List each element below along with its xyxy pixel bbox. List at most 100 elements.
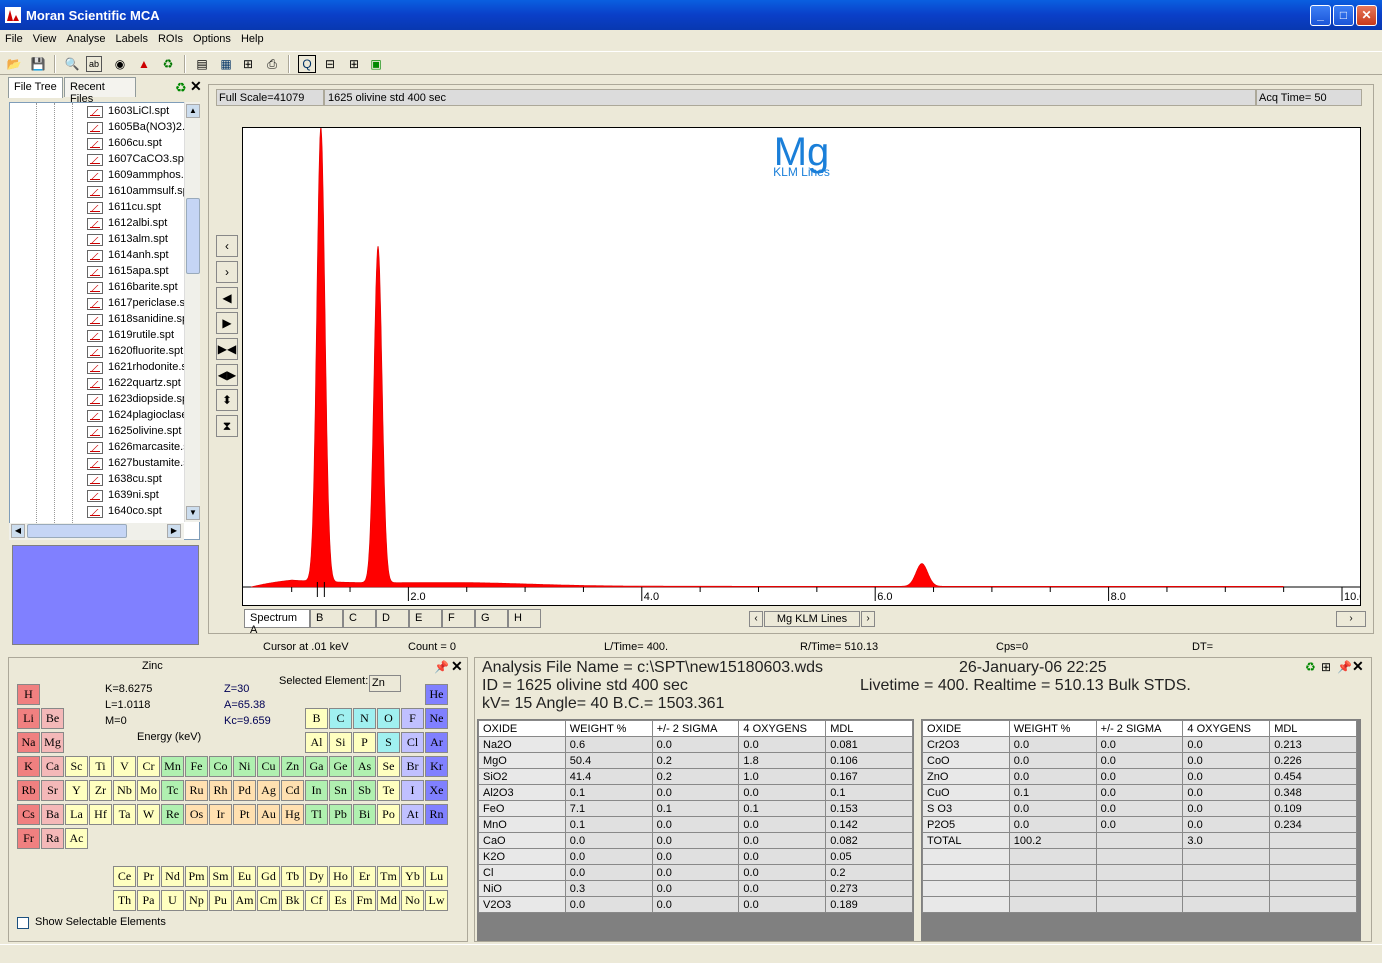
element-he[interactable]: He xyxy=(425,684,448,705)
element-bi[interactable]: Bi xyxy=(353,804,376,825)
element-sr[interactable]: Sr xyxy=(41,780,64,801)
file-item[interactable]: 1625olivine.spt xyxy=(10,424,185,440)
zoom-in-v-icon[interactable]: ⧗ xyxy=(216,415,238,437)
maximize-button[interactable]: □ xyxy=(1333,5,1354,26)
element-zr[interactable]: Zr xyxy=(89,780,112,801)
element-gd[interactable]: Gd xyxy=(257,866,280,888)
file-item[interactable]: 1618sanidine.sp xyxy=(10,312,185,328)
element-f[interactable]: F xyxy=(401,708,424,729)
element-rh[interactable]: Rh xyxy=(209,780,232,801)
menu-item-file[interactable]: File xyxy=(0,30,28,45)
file-item[interactable]: 1611cu.spt xyxy=(10,200,185,216)
element-ce[interactable]: Ce xyxy=(113,866,136,888)
grid-icon[interactable]: ⊞ xyxy=(238,54,258,74)
element-cu[interactable]: Cu xyxy=(257,756,280,777)
element-ra[interactable]: Ra xyxy=(41,828,64,849)
element-fr[interactable]: Fr xyxy=(17,828,40,849)
element-i[interactable]: I xyxy=(401,780,424,801)
element-ne[interactable]: Ne xyxy=(425,708,448,729)
element-er[interactable]: Er xyxy=(353,866,376,888)
file-item[interactable]: 1609ammphos.s xyxy=(10,168,185,184)
element-dy[interactable]: Dy xyxy=(305,866,328,888)
element-ag[interactable]: Ag xyxy=(257,780,280,801)
element-se[interactable]: Se xyxy=(377,756,400,777)
file-item[interactable]: 1624plagioclase xyxy=(10,408,185,424)
pin-analysis-icon[interactable]: 📌 xyxy=(1337,660,1352,674)
file-item[interactable]: 1622quartz.spt xyxy=(10,376,185,392)
file-item[interactable]: 1607CaCO3.spt xyxy=(10,152,185,168)
element-hg[interactable]: Hg xyxy=(281,804,304,825)
file-item[interactable]: 1639ni.spt xyxy=(10,488,185,504)
nav-left-icon[interactable]: ◀ xyxy=(216,287,238,309)
element-es[interactable]: Es xyxy=(329,890,352,912)
element-co[interactable]: Co xyxy=(209,756,232,777)
menu-item-options[interactable]: Options xyxy=(188,30,236,45)
element-tm[interactable]: Tm xyxy=(377,866,400,888)
file-item[interactable]: 1623diopside.sp xyxy=(10,392,185,408)
element-ho[interactable]: Ho xyxy=(329,866,352,888)
spectrum-tab-f[interactable]: F xyxy=(442,609,475,628)
file-item[interactable]: 1606cu.spt xyxy=(10,136,185,152)
element-lu[interactable]: Lu xyxy=(425,866,448,888)
element-c[interactable]: C xyxy=(329,708,352,729)
element-p[interactable]: P xyxy=(353,732,376,753)
element-nd[interactable]: Nd xyxy=(161,866,184,888)
element-br[interactable]: Br xyxy=(401,756,424,777)
menu-item-view[interactable]: View xyxy=(28,30,62,45)
element-s[interactable]: S xyxy=(377,732,400,753)
element-mn[interactable]: Mn xyxy=(161,756,184,777)
table-icon[interactable]: ▦ xyxy=(216,54,236,74)
element-mo[interactable]: Mo xyxy=(137,780,160,801)
menu-item-analyse[interactable]: Analyse xyxy=(61,30,110,45)
element-yb[interactable]: Yb xyxy=(401,866,424,888)
close-button[interactable]: ✕ xyxy=(1356,5,1377,26)
element-eu[interactable]: Eu xyxy=(233,866,256,888)
element-ru[interactable]: Ru xyxy=(185,780,208,801)
element-fe[interactable]: Fe xyxy=(185,756,208,777)
element-pd[interactable]: Pd xyxy=(233,780,256,801)
element-nb[interactable]: Nb xyxy=(113,780,136,801)
line-prev-button[interactable]: ‹ xyxy=(749,611,763,627)
preview-icon[interactable]: 🔍 xyxy=(62,54,82,74)
element-u[interactable]: U xyxy=(161,890,184,912)
file-item[interactable]: 1613alm.spt xyxy=(10,232,185,248)
document-icon[interactable]: ▤ xyxy=(192,54,212,74)
file-item[interactable]: 1616barite.spt xyxy=(10,280,185,296)
peak-icon[interactable]: ▲ xyxy=(134,54,154,74)
element-pt[interactable]: Pt xyxy=(233,804,256,825)
file-item[interactable]: 1615apa.spt xyxy=(10,264,185,280)
element-as[interactable]: As xyxy=(353,756,376,777)
grid-analysis-icon[interactable]: ⊞ xyxy=(1321,660,1331,674)
element-cr[interactable]: Cr xyxy=(137,756,160,777)
close-panel-icon[interactable]: ✕ xyxy=(190,78,202,95)
element-ga[interactable]: Ga xyxy=(305,756,328,777)
element-k[interactable]: K xyxy=(17,756,40,777)
spectrum-tab-h[interactable]: H xyxy=(508,609,541,628)
element-os[interactable]: Os xyxy=(185,804,208,825)
file-item[interactable]: 1612albi.spt xyxy=(10,216,185,232)
element-sc[interactable]: Sc xyxy=(65,756,88,777)
zoom-out-h-icon[interactable]: ◀▶ xyxy=(216,364,238,386)
pin-icon[interactable]: 📌 xyxy=(434,660,449,674)
menu-item-labels[interactable]: Labels xyxy=(111,30,153,45)
element-bk[interactable]: Bk xyxy=(281,890,304,912)
recycle-icon[interactable]: ♻ xyxy=(158,54,178,74)
element-sn[interactable]: Sn xyxy=(329,780,352,801)
element-re[interactable]: Re xyxy=(161,804,184,825)
file-tree-hscroll[interactable]: ◀ ▶ xyxy=(9,523,184,540)
element-mg[interactable]: Mg xyxy=(41,732,64,753)
file-item[interactable]: 1614anh.spt xyxy=(10,248,185,264)
map-icon[interactable]: ▣ xyxy=(366,54,386,74)
file-item[interactable]: 1620fluorite.spt xyxy=(10,344,185,360)
element-am[interactable]: Am xyxy=(233,890,256,912)
element-lw[interactable]: Lw xyxy=(425,890,448,912)
element-sb[interactable]: Sb xyxy=(353,780,376,801)
tab-file-tree[interactable]: File Tree xyxy=(8,77,63,98)
file-item[interactable]: 1603LiCl.spt xyxy=(10,104,185,120)
element-in[interactable]: In xyxy=(305,780,328,801)
element-w[interactable]: W xyxy=(137,804,160,825)
scroll-left-icon[interactable]: ◀ xyxy=(11,524,25,538)
scroll-up-icon[interactable]: ▲ xyxy=(186,104,200,118)
element-n[interactable]: N xyxy=(353,708,376,729)
file-item[interactable]: 1617periclase.s xyxy=(10,296,185,312)
